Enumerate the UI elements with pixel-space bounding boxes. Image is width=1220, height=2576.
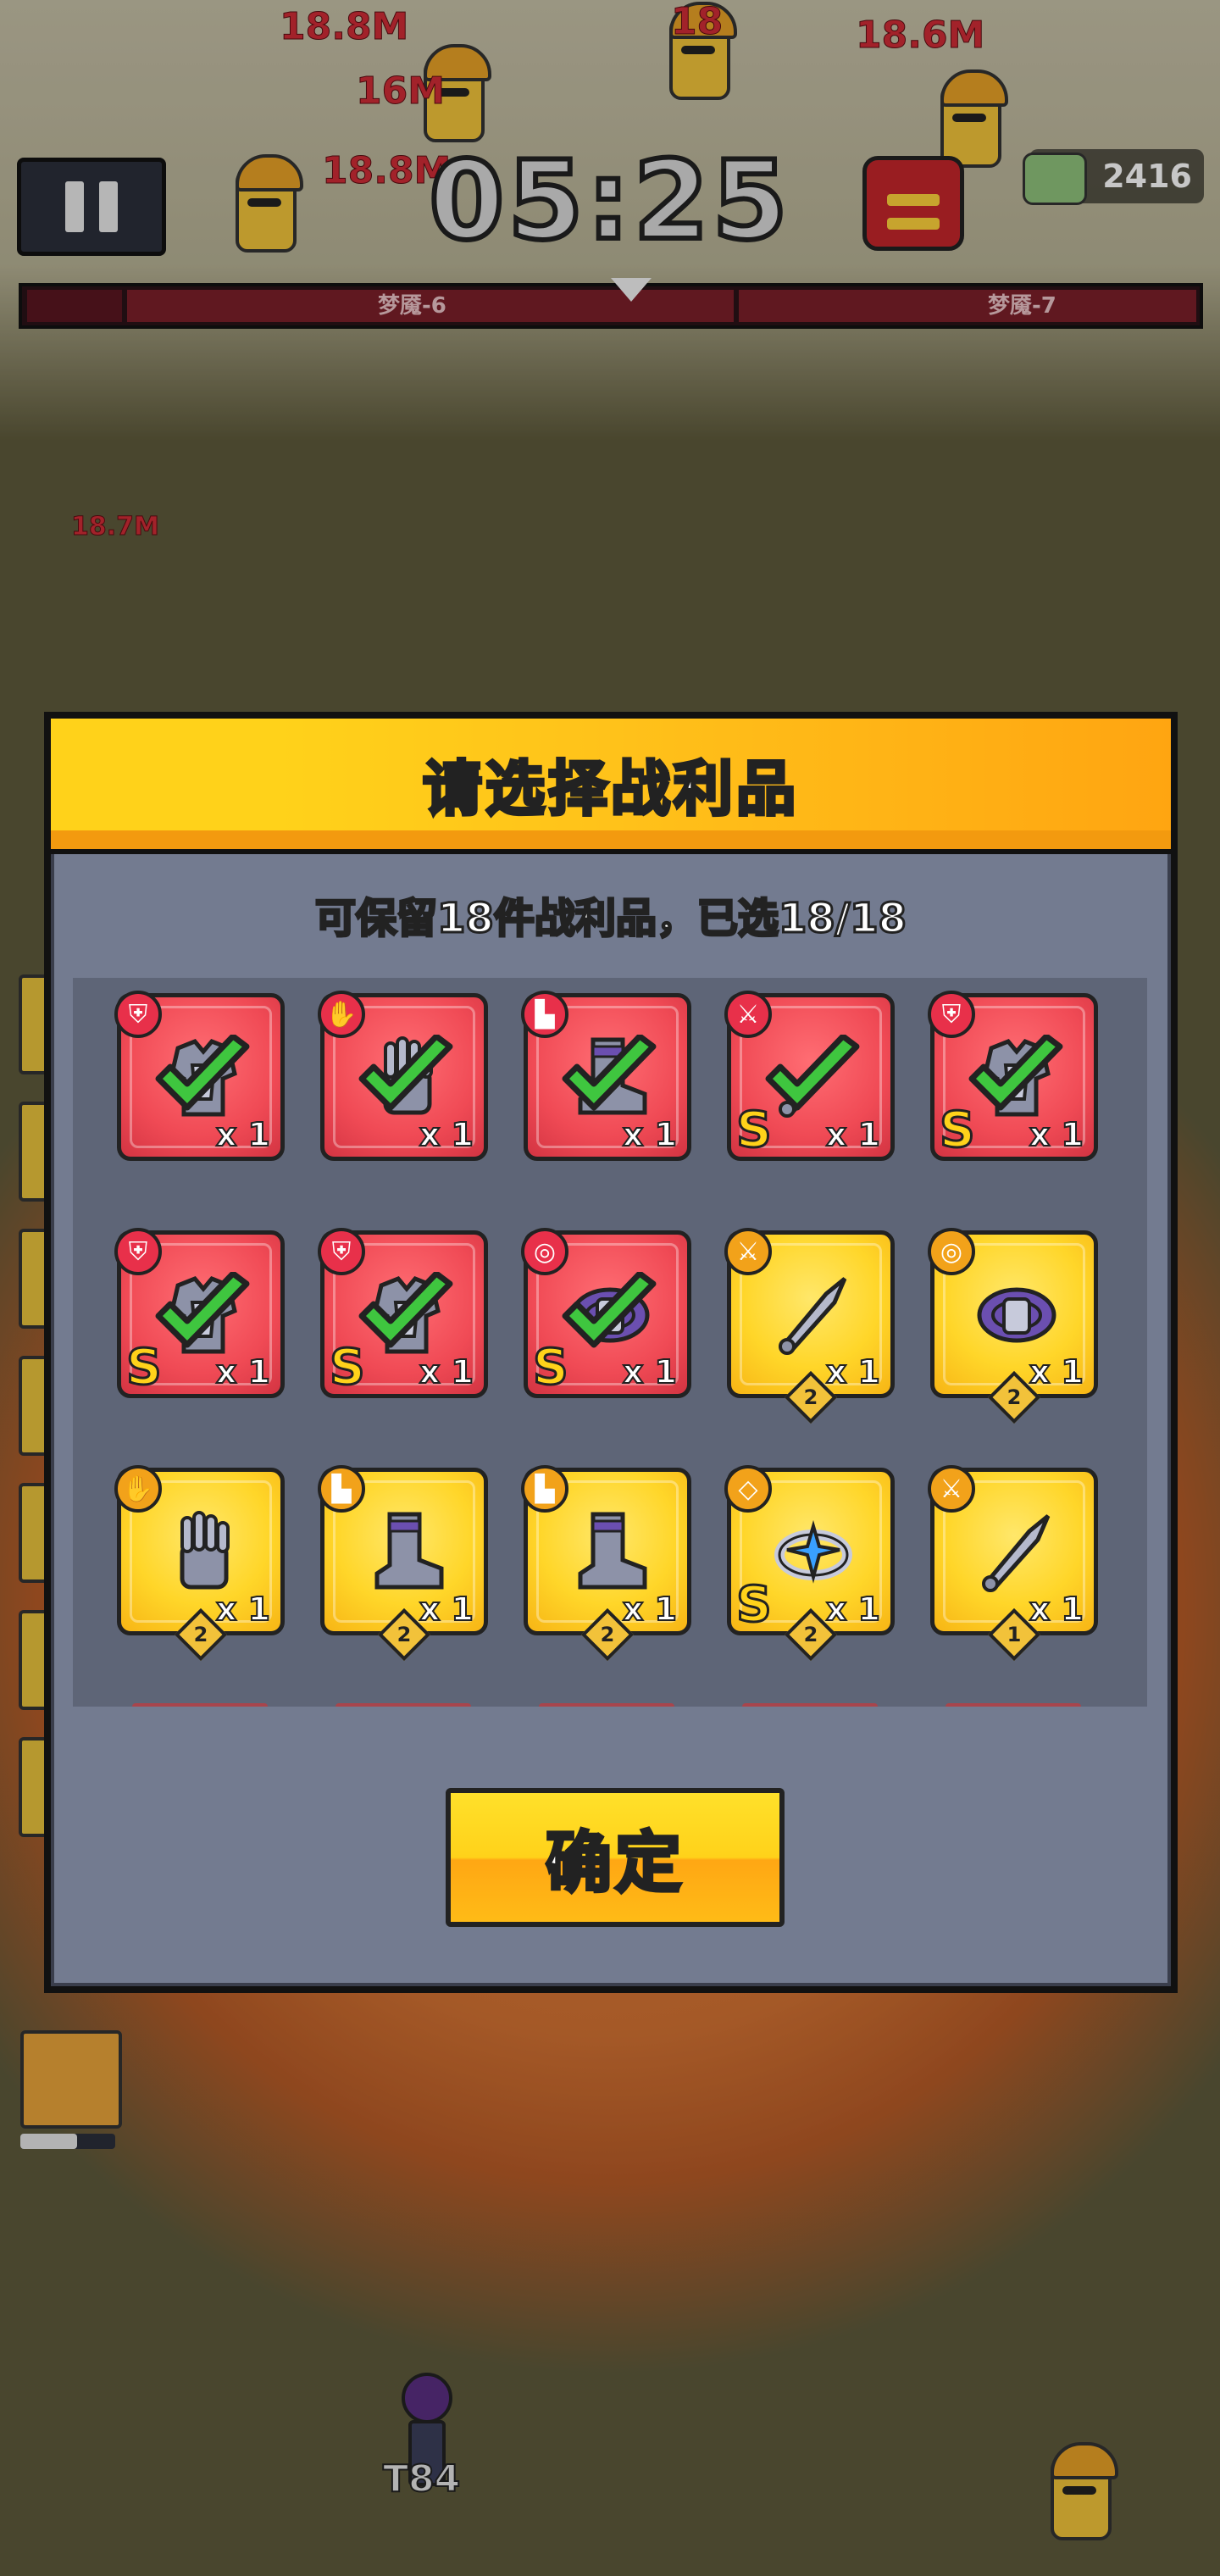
s-rank-badge: S (125, 1338, 164, 1396)
item-quantity: x 1 (215, 1590, 271, 1629)
checkmark-icon (355, 1033, 457, 1119)
glove-icon: ✋ (318, 991, 365, 1038)
s-rank-badge: S (329, 1338, 367, 1396)
s-rank-badge: S (735, 1101, 774, 1158)
boot-art-icon (357, 1502, 457, 1602)
item-quantity: x 1 (215, 1352, 271, 1391)
checkmark-icon (762, 1033, 863, 1119)
belt-icon: ◎ (521, 1228, 568, 1275)
weapon-icon: ⚔ (724, 1228, 772, 1275)
loot-item[interactable]: ◎ x 1 2 (928, 1228, 1098, 1424)
loot-item[interactable]: ▙ x 1 2 (318, 1465, 488, 1662)
boot-icon: ▙ (521, 991, 568, 1038)
belt-icon: ◎ (928, 1228, 975, 1275)
s-rank-badge: S (532, 1338, 570, 1396)
tier-number: 2 (396, 1623, 412, 1646)
loot-item[interactable]: ⛨ x 1 (114, 991, 285, 1161)
item-quantity: x 1 (622, 1115, 678, 1154)
loot-item-peek (946, 1703, 1081, 1707)
dialog-header: 请选择战利品 (51, 719, 1171, 854)
item-quantity: x 1 (622, 1352, 678, 1391)
loot-item[interactable]: ✋ x 1 (318, 991, 488, 1161)
checkmark-icon (558, 1033, 660, 1119)
loot-item[interactable]: ⛨ Sx 1 (928, 991, 1098, 1161)
ring-art-icon (763, 1502, 863, 1602)
weapon-art-icon (967, 1502, 1067, 1602)
selection-count-text: 可保留18件战利品，已选18/18 (314, 894, 908, 944)
item-quantity: x 1 (419, 1590, 474, 1629)
weapon-art-icon (763, 1265, 863, 1365)
dialog-title: 请选择战利品 (421, 752, 799, 825)
belt-art-icon (967, 1265, 1067, 1365)
glove-art-icon (153, 1502, 253, 1602)
boot-icon: ▙ (318, 1465, 365, 1513)
item-quantity: x 1 (825, 1352, 881, 1391)
item-quantity: x 1 (419, 1352, 474, 1391)
armor-icon: ⛨ (114, 991, 162, 1038)
loot-grid: ⛨ x 1 ✋ x 1 ▙ x 1 ⚔ Sx 1 ⛨ Sx 1 ⛨ Sx 1 ⛨ Sx 1 ◎ Sx 1 ⚔ x … (73, 978, 1147, 1707)
checkmark-icon (965, 1033, 1067, 1119)
weapon-icon: ⚔ (928, 1465, 975, 1513)
loot-item[interactable]: ⛨ Sx 1 (318, 1228, 488, 1398)
loot-item[interactable]: ▙ x 1 (521, 991, 691, 1161)
item-quantity: x 1 (1029, 1115, 1084, 1154)
checkmark-icon (152, 1270, 253, 1357)
ring-icon: ◇ (724, 1465, 772, 1513)
loot-item[interactable]: ⚔ x 1 2 (724, 1228, 895, 1424)
tier-number: 2 (803, 1623, 818, 1646)
loot-item[interactable]: ⚔ Sx 1 (724, 991, 895, 1161)
tier-number: 2 (193, 1623, 208, 1646)
tier-number: 2 (600, 1623, 615, 1646)
tier-number: 2 (803, 1385, 818, 1409)
tier-number: 1 (1006, 1623, 1022, 1646)
s-rank-badge: S (939, 1101, 977, 1158)
glove-icon: ✋ (114, 1465, 162, 1513)
armor-icon: ⛨ (928, 991, 975, 1038)
loot-selection-dialog: 请选择战利品 可保留18件战利品，已选18/18 ⛨ x 1 ✋ x 1 ▙ x 1 ⚔ Sx… (44, 712, 1178, 1993)
armor-icon: ⛨ (114, 1228, 162, 1275)
confirm-label: 确定 (544, 1824, 685, 1903)
loot-item-peek (336, 1703, 471, 1707)
s-rank-badge: S (735, 1575, 774, 1633)
item-quantity: x 1 (622, 1590, 678, 1629)
tier-number: 2 (1006, 1385, 1022, 1409)
loot-item[interactable]: ◇ Sx 1 2 (724, 1465, 895, 1662)
weapon-icon: ⚔ (724, 991, 772, 1038)
checkmark-icon (355, 1270, 457, 1357)
checkmark-icon (152, 1033, 253, 1119)
loot-item[interactable]: ⚔ x 1 1 (928, 1465, 1098, 1662)
item-quantity: x 1 (215, 1115, 271, 1154)
item-quantity: x 1 (1029, 1352, 1084, 1391)
armor-icon: ⛨ (318, 1228, 365, 1275)
item-quantity: x 1 (825, 1590, 881, 1629)
loot-item[interactable]: ⛨ Sx 1 (114, 1228, 285, 1398)
loot-item[interactable]: ◎ Sx 1 (521, 1228, 691, 1398)
item-quantity: x 1 (419, 1115, 474, 1154)
loot-item[interactable]: ✋ x 1 2 (114, 1465, 285, 1662)
loot-item-peek (132, 1703, 268, 1707)
checkmark-icon (558, 1270, 660, 1357)
boot-icon: ▙ (521, 1465, 568, 1513)
loot-item-peek (539, 1703, 674, 1707)
loot-item-peek (742, 1703, 878, 1707)
boot-art-icon (560, 1502, 660, 1602)
confirm-button[interactable]: 确定 (446, 1788, 785, 1927)
loot-item[interactable]: ▙ x 1 2 (521, 1465, 691, 1662)
item-quantity: x 1 (825, 1115, 881, 1154)
item-quantity: x 1 (1029, 1590, 1084, 1629)
